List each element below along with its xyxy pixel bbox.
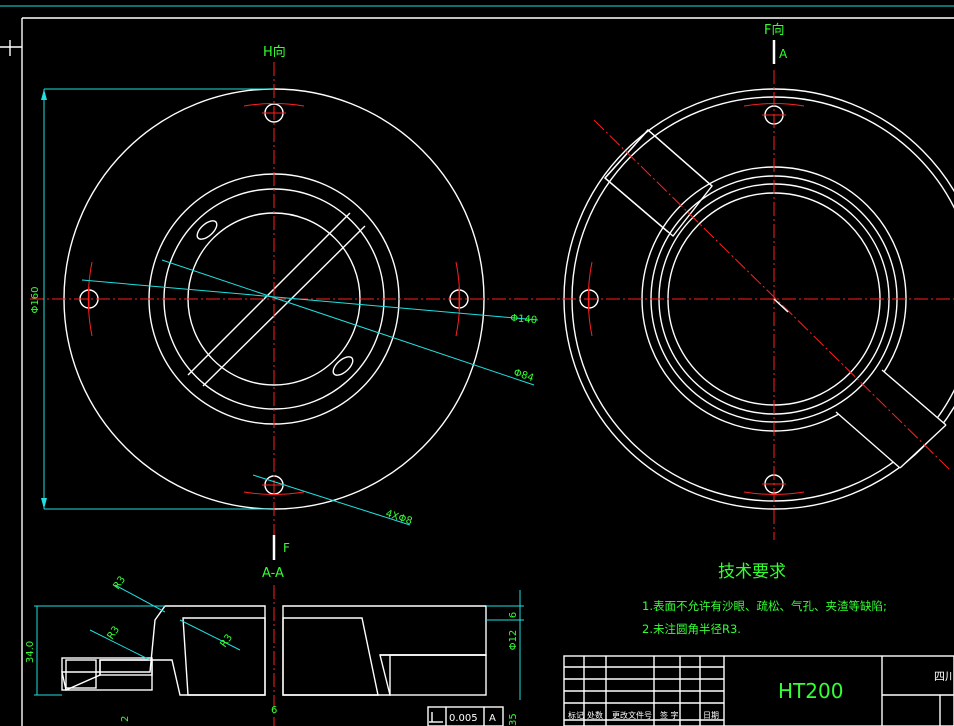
h-view-label: H向	[263, 44, 286, 60]
tb-row-3: 签 字	[660, 710, 679, 720]
title-block: 标记 处数 更改文件号 签 字 日期 HT200 四川	[563, 655, 954, 726]
dim-d160: Φ160	[30, 287, 41, 314]
dim-d12: Φ12	[508, 630, 519, 651]
dim-r3-a: R3	[111, 575, 128, 592]
left-dimensions: Φ160 Φ140 Φ84 4XΦ8 H向	[30, 44, 539, 527]
dim-right-35: 35	[508, 713, 519, 726]
f-marker-top: A	[779, 47, 788, 61]
dim-holes: 4XΦ8	[384, 508, 414, 527]
gdt-tolerance: 0.005	[449, 713, 478, 724]
gdt-datum: A	[489, 713, 496, 724]
left-view	[30, 62, 560, 540]
school-partial: 四川	[934, 670, 954, 683]
material: HT200	[778, 679, 843, 703]
tb-row-2: 更改文件号	[612, 710, 652, 720]
tech-requirements: 技术要求 1.表面不允许有沙眼、疏松、气孔、夹渣等缺陷; 2.未注圆角半径R3.	[642, 562, 887, 636]
dim-bottom-2: 2	[120, 716, 131, 722]
f-marker-bottom: F	[283, 541, 290, 555]
dim-t6: 6	[508, 612, 519, 618]
tb-row-0: 标记	[568, 710, 584, 720]
tech-req-line2: 2.未注圆角半径R3.	[642, 622, 741, 636]
dim-d140: Φ140	[510, 313, 538, 326]
right-view: F向 A	[540, 22, 954, 540]
tech-req-title: 技术要求	[718, 562, 786, 582]
dim-h34: 34.0	[25, 641, 36, 663]
dim-r3-c: R3	[218, 633, 235, 650]
dim-bottom-6: 6	[271, 705, 277, 716]
tb-row-1: 处数	[587, 710, 603, 720]
tb-row-4: 日期	[703, 711, 719, 720]
gdt-frame: 0.005 A	[427, 706, 504, 726]
drawing-svg: Φ160 Φ140 Φ84 4XΦ8 H向 F向 A F A-A 34.0 R3…	[0, 5, 954, 726]
tech-req-line1: 1.表面不允许有沙眼、疏松、气孔、夹渣等缺陷;	[642, 599, 887, 613]
f-view-label: F向	[764, 22, 784, 38]
section-label: A-A	[262, 566, 284, 581]
section-view: F A-A 34.0 R3 R3 R3 6 Φ12 6 2 35	[25, 535, 524, 726]
cad-drawing: Φ160 Φ140 Φ84 4XΦ8 H向 F向 A F A-A 34.0 R3…	[0, 0, 954, 726]
